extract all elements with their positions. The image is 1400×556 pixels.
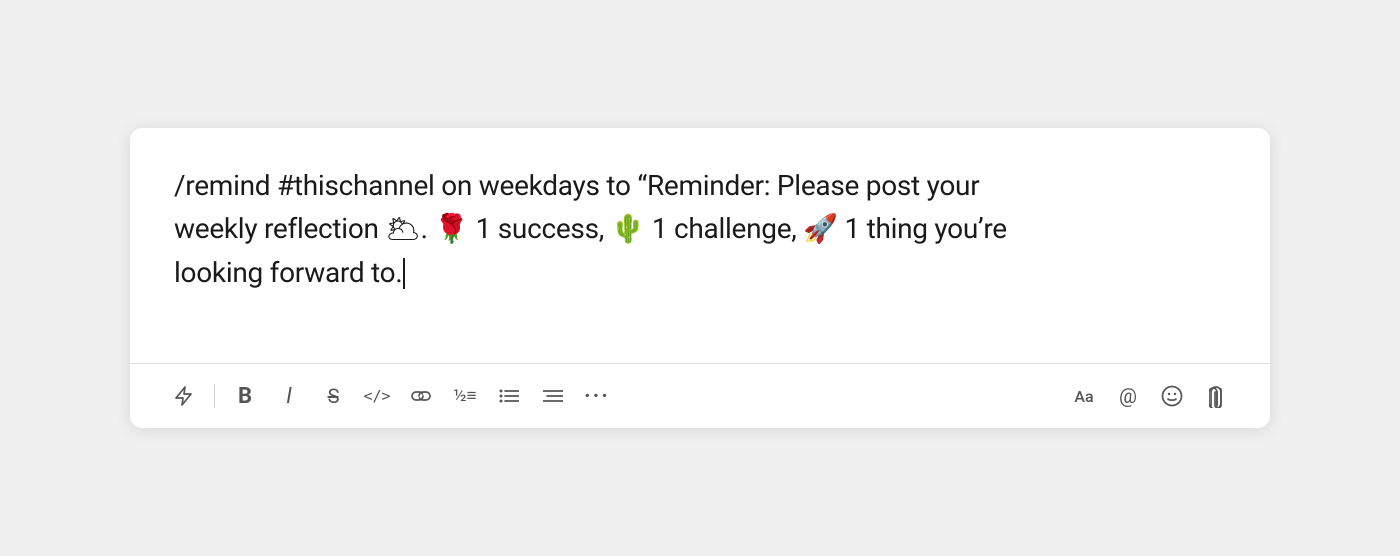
unordered-list-button[interactable] (491, 378, 527, 414)
bold-button[interactable]: B (227, 378, 263, 414)
editor-content-line3: looking forward to. (174, 256, 402, 289)
editor-text-area[interactable]: /remind #thischannel on weekdays to “Rem… (130, 128, 1270, 363)
emoji-button[interactable] (1154, 378, 1190, 414)
mention-button[interactable]: @ (1110, 378, 1146, 414)
editor-container: /remind #thischannel on weekdays to “Rem… (130, 128, 1270, 428)
format-text-button[interactable]: Aa (1066, 378, 1102, 414)
strikethrough-button[interactable]: S (315, 378, 351, 414)
editor-content-line1: /remind #thischannel on weekdays to “Rem… (174, 169, 979, 202)
formatting-toolbar: B I S </> ½≡ (130, 364, 1270, 428)
italic-button[interactable]: I (271, 378, 307, 414)
editor-content-line2: weekly reflection 🌥. 🌹 1 success, 🌵 1 ch… (174, 212, 1007, 245)
attachment-button[interactable] (1198, 378, 1234, 414)
link-button[interactable] (403, 378, 439, 414)
more-options-button[interactable]: ··· (579, 378, 615, 414)
toolbar-separator (214, 384, 215, 408)
ordered-list-button[interactable]: ½≡ (447, 378, 483, 414)
code-button[interactable]: </> (359, 378, 395, 414)
text-cursor (403, 258, 405, 289)
lightning-icon[interactable] (166, 378, 202, 414)
blockquote-button[interactable] (535, 378, 571, 414)
